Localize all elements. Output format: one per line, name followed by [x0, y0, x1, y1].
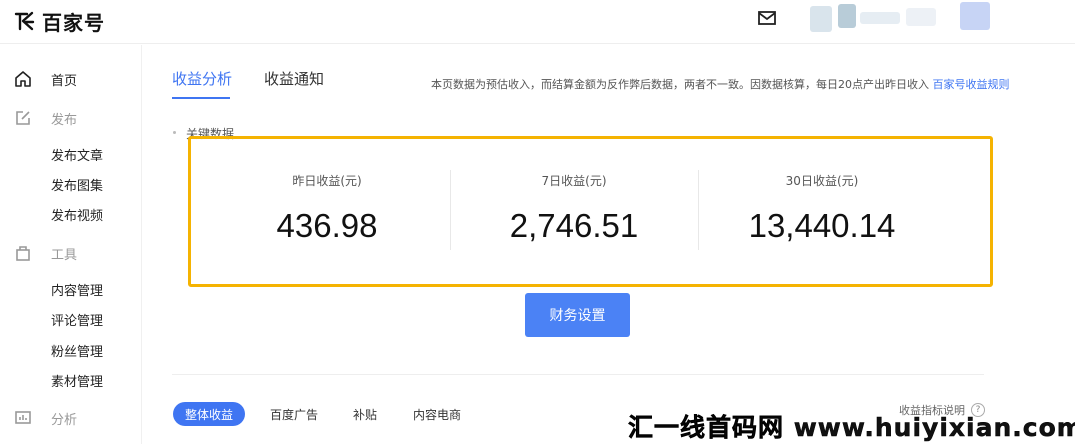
- sidebar-item-content-manage[interactable]: 内容管理: [51, 280, 103, 299]
- active-tab-indicator: [172, 97, 230, 99]
- stat-7-day: 7日收益(元) 2,746.51: [450, 172, 698, 245]
- section-bullet: [173, 131, 176, 134]
- top-header: 百家号: [0, 0, 1075, 44]
- notice-text: 本页数据为预估收入，而结算金额为反作弊后数据，两者不一致。因数据核算，每日20点…: [431, 78, 929, 91]
- subtab-content-ecommerce[interactable]: 内容电商: [413, 402, 461, 426]
- watermark: 汇一线首码网 www.huiyixian.com: [628, 413, 1075, 443]
- stat-value: 13,440.14: [748, 207, 896, 244]
- subtab-baidu-ads[interactable]: 百度广告: [270, 402, 318, 426]
- stat-label: 昨日收益(元): [292, 174, 362, 188]
- divider: [172, 374, 984, 375]
- chart-icon: [15, 411, 31, 424]
- revenue-rules-link[interactable]: 百家号收益规则: [933, 78, 1010, 91]
- blurred-username: [860, 12, 900, 24]
- stat-value: 2,746.51: [509, 207, 639, 244]
- home-icon: [15, 71, 31, 87]
- blurred-username: [838, 4, 856, 28]
- sidebar-item-fan-manage[interactable]: 粉丝管理: [51, 341, 103, 360]
- sidebar-group-label: 工具: [51, 247, 78, 263]
- stat-yesterday: 昨日收益(元) 436.98: [203, 172, 451, 245]
- sidebar-group-label: 分析: [51, 412, 78, 428]
- sidebar-item-publish-gallery[interactable]: 发布图集: [51, 175, 103, 194]
- brand-logo[interactable]: 百家号: [14, 8, 105, 35]
- subtab-overall-revenue[interactable]: 整体收益: [173, 402, 246, 426]
- stat-30-day: 30日收益(元) 13,440.14: [698, 172, 946, 245]
- sidebar-group-publish[interactable]: 发布: [0, 103, 142, 133]
- toolbox-icon: [16, 246, 30, 261]
- subtab-subsidy[interactable]: 补贴: [353, 402, 377, 426]
- revenue-notice: 本页数据为预估收入，而结算金额为反作弊后数据，两者不一致。因数据核算，每日20点…: [431, 76, 1010, 92]
- brand-name: 百家号: [42, 10, 105, 35]
- avatar: [810, 6, 832, 32]
- sidebar-item-label: 首页: [51, 73, 78, 89]
- sidebar-item-publish-article[interactable]: 发布文章: [51, 145, 103, 164]
- mail-icon[interactable]: [757, 10, 777, 26]
- blurred-username: [906, 8, 936, 26]
- sidebar-group-analytics[interactable]: 分析: [0, 403, 142, 433]
- sidebar-item-comment-manage[interactable]: 评论管理: [51, 310, 103, 329]
- sidebar: 首页 发布 发布文章 发布图集 发布视频 工具 内容管理 评论管理 粉丝管理 素…: [0, 45, 142, 444]
- sidebar-group-tools[interactable]: 工具: [0, 238, 142, 268]
- edit-icon: [16, 111, 30, 125]
- tab-revenue-notice[interactable]: 收益通知: [264, 68, 324, 89]
- sidebar-item-publish-video[interactable]: 发布视频: [51, 205, 103, 224]
- stat-value: 436.98: [276, 207, 378, 244]
- sidebar-group-label: 发布: [51, 112, 78, 128]
- finance-settings-button[interactable]: 财务设置: [525, 293, 630, 337]
- sidebar-item-material-manage[interactable]: 素材管理: [51, 371, 103, 390]
- blurred-username: [960, 2, 990, 30]
- baijiahao-logo-icon: [14, 11, 35, 31]
- stat-label: 30日收益(元): [785, 174, 859, 188]
- user-account-area[interactable]: [810, 0, 1010, 38]
- stat-label: 7日收益(元): [541, 174, 607, 188]
- sidebar-item-home[interactable]: 首页: [0, 64, 142, 94]
- tab-revenue-analysis[interactable]: 收益分析: [172, 68, 232, 89]
